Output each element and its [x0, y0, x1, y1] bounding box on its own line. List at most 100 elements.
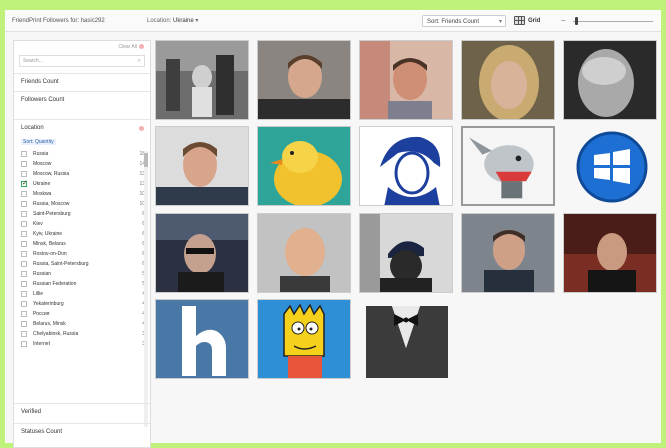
scrollbar-thumb[interactable] — [144, 153, 148, 167]
slider-knob[interactable] — [575, 17, 578, 25]
search-icon: ⌕ — [137, 58, 141, 64]
location-option[interactable]: Kiev6 — [21, 219, 149, 229]
section-statuses-count[interactable]: Statuses Count — [14, 423, 150, 440]
checkbox[interactable] — [21, 191, 27, 197]
windows-logo-icon — [576, 131, 648, 203]
checkbox[interactable] — [21, 151, 27, 157]
checkbox[interactable] — [21, 261, 27, 267]
location-option[interactable]: Moscow, Russia 13 — [21, 169, 149, 179]
checkbox[interactable] — [21, 321, 27, 327]
checkbox[interactable] — [21, 241, 27, 247]
location-option[interactable]: Chelyabinsk, Russia3 — [21, 329, 149, 339]
location-option[interactable]: Russian5 — [21, 269, 149, 279]
checkbox[interactable] — [21, 171, 27, 177]
section-location-label: Location — [21, 125, 44, 131]
avatar-tile-12[interactable] — [257, 213, 351, 293]
checkbox[interactable] — [21, 291, 27, 297]
location-option[interactable]: Rostov-on-Don6 — [21, 249, 149, 259]
location-filter-chip[interactable]: Location: Ukraine ▾ — [147, 10, 198, 32]
checkbox[interactable] — [21, 179, 28, 189]
avatar-tile-16[interactable] — [155, 299, 249, 379]
checkbox[interactable] — [21, 281, 27, 287]
checkbox[interactable] — [21, 201, 27, 207]
location-option[interactable]: Lillie4 — [21, 289, 149, 299]
section-followers-count[interactable]: Followers Count — [14, 91, 150, 108]
checkbox[interactable] — [21, 231, 27, 237]
scrollbar[interactable] — [144, 151, 148, 427]
location-option-label: Russia — [33, 151, 49, 157]
photo-man-dark — [564, 214, 656, 292]
location-option[interactable]: Ukraine13 — [21, 179, 149, 189]
location-option-label: Moskwa — [33, 191, 52, 197]
avatar-tile-17[interactable] — [257, 299, 351, 379]
sort-quantity-link[interactable]: Sort: Quantity — [21, 139, 56, 145]
close-icon[interactable] — [139, 126, 144, 131]
avatar-tile-1[interactable] — [155, 40, 249, 120]
checkbox[interactable] — [21, 341, 27, 347]
checkbox[interactable] — [21, 221, 27, 227]
location-option[interactable]: Moscow 14 — [21, 159, 149, 169]
location-filter-label: Location: — [147, 18, 172, 24]
location-option[interactable]: Россия4 — [21, 309, 149, 319]
location-option-label: Россия — [33, 311, 50, 317]
location-option[interactable]: Saint-Petersburg6 — [21, 209, 149, 219]
location-option[interactable]: Russia, Moscow 10 — [21, 199, 149, 209]
location-option[interactable]: Russia, Saint-Petersburg6 — [21, 259, 149, 269]
avatar-tile-3[interactable] — [359, 40, 453, 120]
location-option-label: Lillie — [33, 291, 44, 297]
avatar-tile-9[interactable] — [461, 126, 555, 206]
checkbox[interactable] — [21, 311, 27, 317]
checkbox[interactable] — [21, 211, 27, 217]
search-input[interactable]: Search... ⌕ — [19, 55, 145, 67]
avatar-tile-18[interactable] — [359, 299, 453, 379]
grid-view-icon[interactable] — [514, 16, 525, 25]
photo-gym-bw — [156, 41, 248, 119]
location-option[interactable]: Minsk, Belarus6 — [21, 239, 149, 249]
checkbox[interactable] — [21, 271, 27, 277]
avatar-tile-4[interactable] — [461, 40, 555, 120]
avatar-tile-14[interactable] — [461, 213, 555, 293]
slider-track[interactable] — [573, 21, 653, 22]
photo-man-car — [156, 214, 248, 292]
tuxedo-bowtie-icon — [360, 300, 452, 378]
checkbox[interactable] — [21, 301, 27, 307]
location-list: Russia18Moscow14Moscow, Russia13Ukraine1… — [21, 149, 149, 349]
checkbox[interactable] — [21, 161, 27, 167]
location-option-label: Russian Federation — [33, 281, 77, 287]
location-option[interactable]: Russia 18 — [21, 149, 149, 159]
section-verified[interactable]: Verified — [14, 403, 150, 420]
section-location[interactable]: Location — [14, 119, 150, 136]
avatar-tile-6[interactable] — [155, 126, 249, 206]
location-option-label: Moscow, Russia — [33, 171, 70, 177]
avatar-tile-8[interactable] — [359, 126, 453, 206]
location-option[interactable]: Russian Federation5 — [21, 279, 149, 289]
location-option[interactable]: Yekaterinburg4 — [21, 299, 149, 309]
avatar-tile-5[interactable] — [563, 40, 657, 120]
clear-all-button[interactable]: Clear All — [118, 44, 144, 50]
checkbox[interactable] — [21, 331, 27, 337]
avatar-tile-11[interactable] — [155, 213, 249, 293]
photo-che-guevara — [360, 127, 452, 205]
view-mode-label[interactable]: Grid — [528, 10, 540, 32]
avatar-tile-7[interactable] — [257, 126, 351, 206]
top-toolbar: FriendPrint Followers for: hasic292 Loca… — [5, 10, 661, 32]
location-option[interactable]: Internet3 — [21, 339, 149, 349]
avatar-tile-2[interactable] — [257, 40, 351, 120]
location-filter-value: Ukraine — [173, 18, 194, 24]
chevron-down-icon: ▾ — [195, 18, 199, 24]
location-option-label: Kyiv, Ukraine — [33, 231, 63, 237]
avatar-tile-10[interactable] — [563, 126, 657, 206]
sort-dropdown[interactable]: Sort: Friends Count ▾ — [422, 15, 506, 27]
location-option-label: Kiev — [33, 221, 43, 227]
location-option[interactable]: Kyiv, Ukraine6 — [21, 229, 149, 239]
checkbox[interactable] — [21, 251, 27, 257]
location-option-label: Rostov-on-Don — [33, 251, 67, 257]
location-option-label: Moscow — [33, 161, 52, 167]
avatar-tile-15[interactable] — [563, 213, 657, 293]
avatar-tile-13[interactable] — [359, 213, 453, 293]
zoom-slider[interactable]: − — [561, 15, 655, 27]
location-option[interactable]: Belarus, Minsk4 — [21, 319, 149, 329]
minus-icon[interactable]: − — [561, 15, 566, 27]
location-option[interactable]: Moskwa 10 — [21, 189, 149, 199]
section-friends-count[interactable]: Friends Count — [14, 73, 150, 90]
